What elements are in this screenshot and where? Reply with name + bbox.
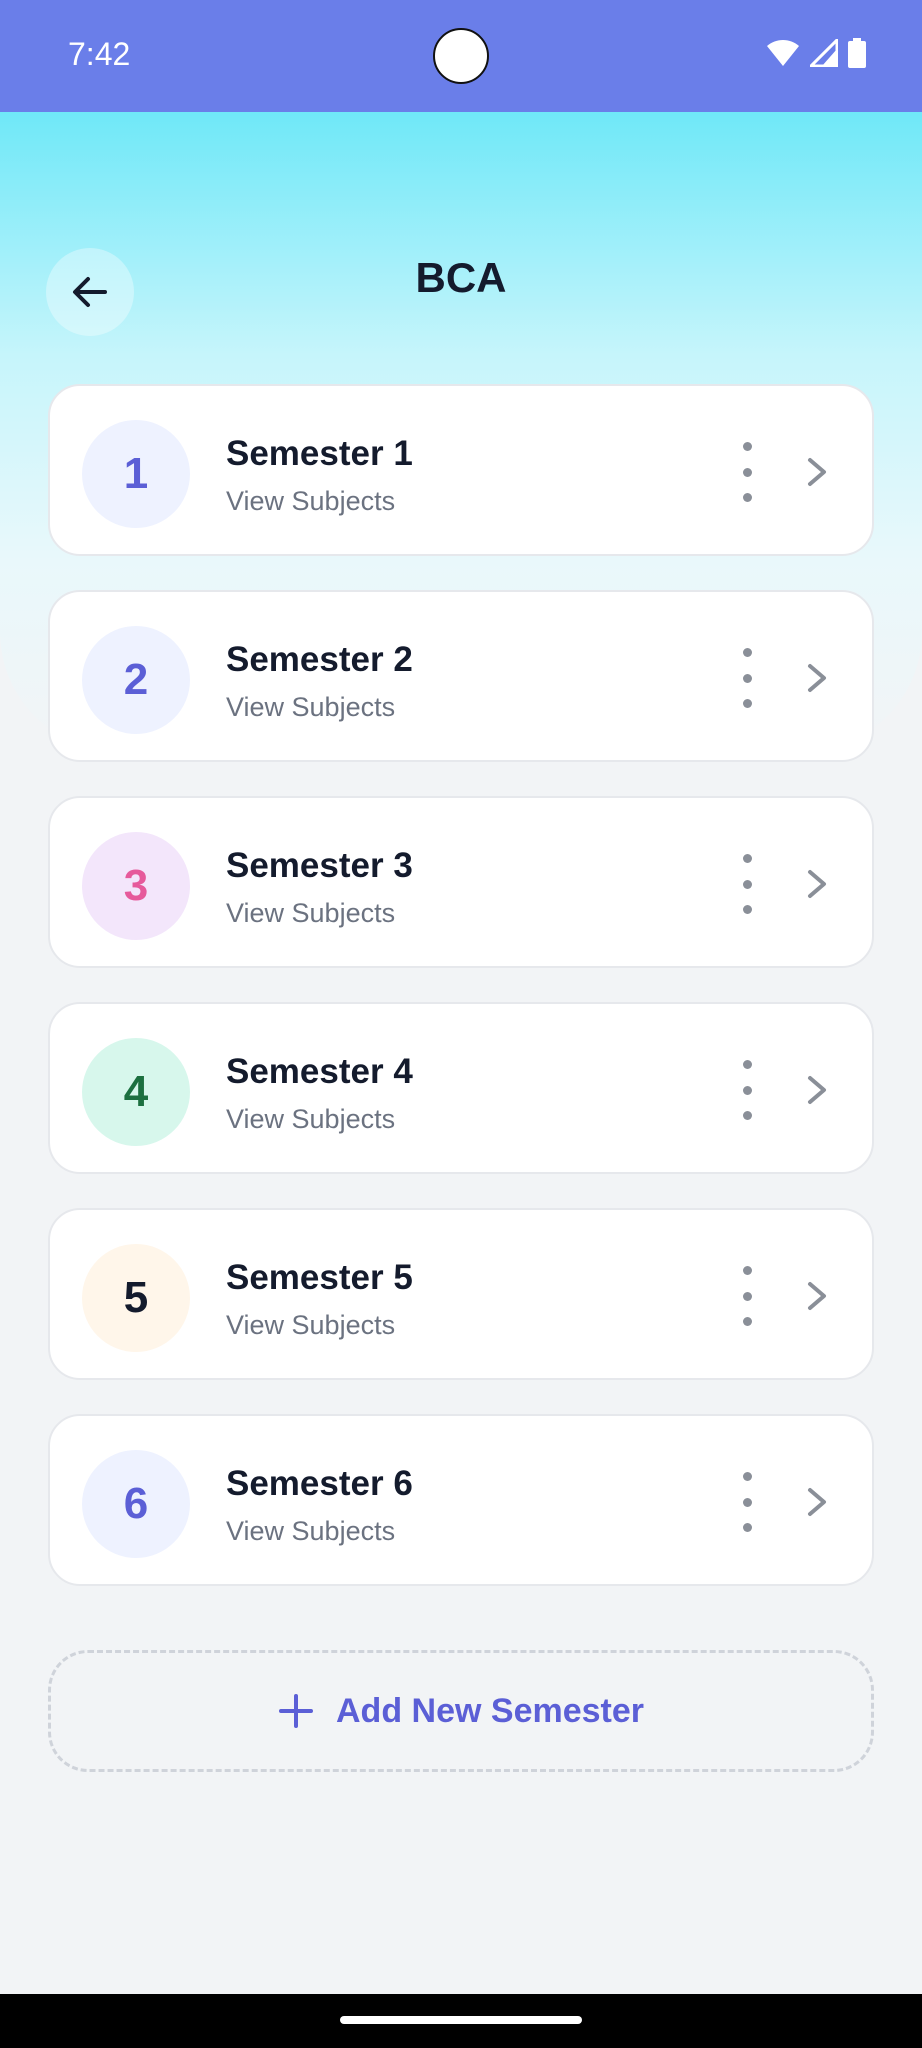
plus-icon	[279, 1694, 313, 1728]
semester-title: Semester 6	[226, 1464, 413, 1503]
semester-card[interactable]: 2 Semester 2 View Subjects	[48, 590, 874, 762]
chevron-right-icon	[808, 1076, 826, 1104]
semester-card[interactable]: 1 Semester 1 View Subjects	[48, 384, 874, 556]
battery-icon	[848, 38, 866, 68]
camera-cutout	[433, 28, 489, 84]
semester-card[interactable]: 5 Semester 5 View Subjects	[48, 1208, 874, 1380]
semester-number-badge: 6	[82, 1450, 190, 1558]
semester-number-badge: 1	[82, 420, 190, 528]
semester-list: 1 Semester 1 View Subjects 2 Semester 2 View …	[48, 384, 874, 1620]
page-title: BCA	[415, 254, 507, 301]
home-indicator[interactable]	[340, 2016, 582, 2024]
system-navigation-bar	[0, 1994, 922, 2048]
add-semester-label: Add New Semester	[336, 1691, 644, 1730]
semester-subtitle: View Subjects	[226, 1104, 396, 1134]
wifi-icon	[767, 40, 799, 66]
semester-subtitle: View Subjects	[226, 1516, 396, 1546]
chevron-right-icon	[808, 458, 826, 486]
status-icons	[766, 38, 866, 68]
semester-subtitle: View Subjects	[226, 898, 396, 928]
more-vertical-icon[interactable]	[734, 648, 760, 708]
signal-icon	[810, 39, 838, 67]
semester-title: Semester 2	[226, 640, 413, 679]
semester-number-badge: 2	[82, 626, 190, 734]
chevron-right-icon	[808, 664, 826, 692]
semester-subtitle: View Subjects	[226, 692, 396, 722]
semester-card[interactable]: 4 Semester 4 View Subjects	[48, 1002, 874, 1174]
semester-title: Semester 3	[226, 846, 413, 885]
semester-title: Semester 5	[226, 1258, 413, 1297]
semester-card[interactable]: 6 Semester 6 View Subjects	[48, 1414, 874, 1586]
semester-number-badge: 4	[82, 1038, 190, 1146]
semester-subtitle: View Subjects	[226, 486, 396, 516]
more-vertical-icon[interactable]	[734, 1266, 760, 1326]
semester-number-badge: 5	[82, 1244, 190, 1352]
chevron-right-icon	[808, 1488, 826, 1516]
add-semester-button[interactable]: Add New Semester	[48, 1650, 874, 1772]
app-screen: 7:42 BCA 1 Semester 1 View Subjects 2 Semest…	[0, 0, 922, 2048]
semester-number-badge: 3	[82, 832, 190, 940]
semester-title: Semester 1	[226, 434, 413, 473]
more-vertical-icon[interactable]	[734, 1060, 760, 1120]
semester-card[interactable]: 3 Semester 3 View Subjects	[48, 796, 874, 968]
more-vertical-icon[interactable]	[734, 1472, 760, 1532]
more-vertical-icon[interactable]	[734, 442, 760, 502]
chevron-right-icon	[808, 870, 826, 898]
status-bar: 7:42	[0, 0, 922, 112]
semester-title: Semester 4	[226, 1052, 413, 1091]
more-vertical-icon[interactable]	[734, 854, 760, 914]
semester-subtitle: View Subjects	[226, 1310, 396, 1340]
status-time: 7:42	[68, 36, 131, 72]
chevron-right-icon	[808, 1282, 826, 1310]
